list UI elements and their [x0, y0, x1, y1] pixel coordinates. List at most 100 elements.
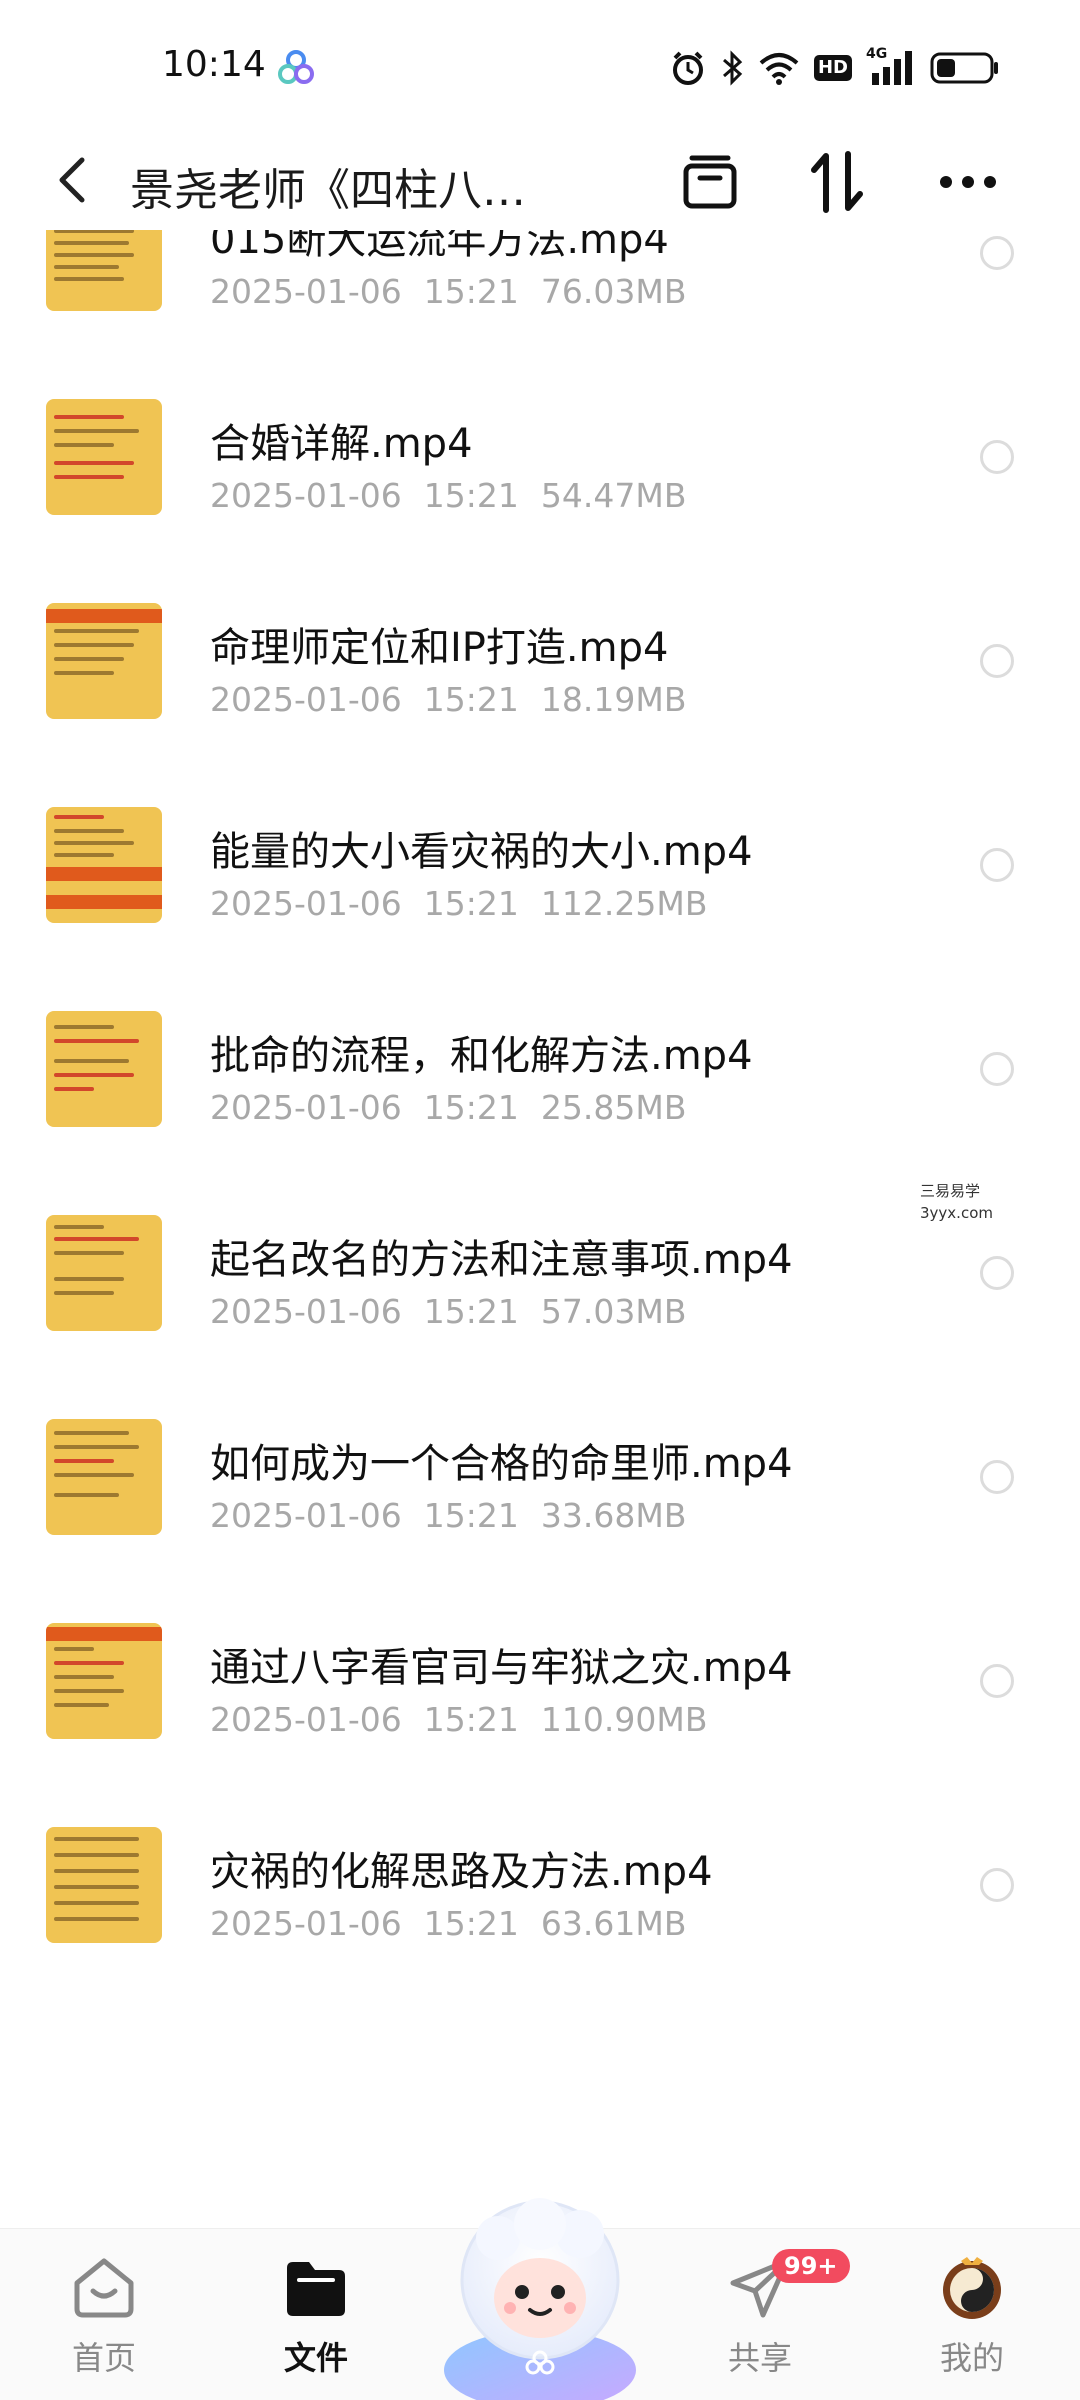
file-name: 合婚详解.mp4: [210, 421, 473, 467]
select-checkbox[interactable]: [980, 1868, 1014, 1902]
notification-badge: 99+: [772, 2249, 850, 2283]
video-thumbnail: [46, 230, 162, 311]
file-row[interactable]: 如何成为一个合格的命里师.mp4 2025-01-06 15:21 33.68MB: [0, 1368, 1080, 1572]
file-meta: 2025-01-06 15:21 33.68MB: [210, 1496, 708, 1535]
select-checkbox[interactable]: [980, 1664, 1014, 1698]
file-date: 2025-01-06: [210, 1292, 402, 1331]
more-button[interactable]: [936, 150, 1000, 214]
file-name: 命理师定位和IP打造.mp4: [210, 625, 669, 671]
file-name: 通过八字看官司与牢狱之灾.mp4: [210, 1645, 793, 1691]
select-checkbox[interactable]: [980, 644, 1014, 678]
watermark-line1: 三易易学: [920, 1182, 981, 1200]
mascot-icon: [444, 2198, 636, 2400]
file-size: 54.47MB: [540, 476, 687, 515]
file-date: 2025-01-06: [210, 680, 402, 719]
card-view-icon: [683, 155, 737, 209]
file-size: 33.68MB: [540, 1496, 687, 1535]
file-name: 能量的大小看灾祸的大小.mp4: [210, 829, 753, 875]
file-size: 18.19MB: [540, 680, 687, 719]
video-thumbnail: [46, 399, 162, 515]
file-row[interactable]: 起名改名的方法和注意事项.mp4 2025-01-06 15:21 57.03MB: [0, 1164, 1080, 1368]
sort-button[interactable]: [806, 150, 870, 214]
file-meta: 2025-01-06 15:21 76.03MB: [210, 272, 708, 311]
video-thumbnail: [46, 1419, 162, 1535]
bluetooth-icon: [720, 50, 744, 86]
alarm-icon: [670, 50, 706, 86]
card-view-button[interactable]: [678, 150, 742, 214]
file-row[interactable]: 合婚详解.mp4 2025-01-06 15:21 54.47MB: [0, 348, 1080, 552]
back-button[interactable]: [44, 152, 100, 208]
file-time: 15:21: [423, 1904, 519, 1943]
nav-item-files[interactable]: 文件: [256, 2255, 376, 2395]
home-icon: [69, 2255, 139, 2321]
select-checkbox[interactable]: [980, 236, 1014, 270]
select-checkbox[interactable]: [980, 1256, 1014, 1290]
file-row[interactable]: 命理师定位和IP打造.mp4 2025-01-06 15:21 18.19MB: [0, 552, 1080, 756]
file-meta: 2025-01-06 15:21 63.61MB: [210, 1904, 708, 1943]
folder-icon: [281, 2255, 351, 2321]
video-thumbnail: [46, 603, 162, 719]
file-row[interactable]: 通过八字看官司与牢狱之灾.mp4 2025-01-06 15:21 110.90MB: [0, 1572, 1080, 1776]
file-meta: 2025-01-06 15:21 57.03MB: [210, 1292, 708, 1331]
file-size: 63.61MB: [540, 1904, 687, 1943]
watermark-line2: 3yyx.com: [920, 1204, 993, 1222]
file-time: 15:21: [423, 476, 519, 515]
file-time: 15:21: [423, 1088, 519, 1127]
nav-label-share: 共享: [727, 2339, 792, 2377]
back-icon: [59, 157, 85, 203]
file-name: 灾祸的化解思路及方法.mp4: [210, 1849, 713, 1895]
nav-label-files: 文件: [283, 2339, 348, 2377]
file-date: 2025-01-06: [210, 476, 402, 515]
video-thumbnail: [46, 1827, 162, 1943]
nav-item-home[interactable]: 首页: [44, 2255, 164, 2395]
file-row[interactable]: 015断大运流年方法.mp4 2025-01-06 15:21 76.03MB: [0, 230, 1080, 348]
nav-item-me[interactable]: 我的: [912, 2255, 1032, 2395]
nav-item-share[interactable]: 共享 99+: [700, 2249, 850, 2395]
file-row[interactable]: 灾祸的化解思路及方法.mp4 2025-01-06 15:21 63.61MB: [0, 1776, 1080, 1980]
video-thumbnail: [46, 807, 162, 923]
file-date: 2025-01-06: [210, 1904, 402, 1943]
file-time: 15:21: [423, 680, 519, 719]
select-checkbox[interactable]: [980, 1460, 1014, 1494]
file-time: 15:21: [423, 884, 519, 923]
file-size: 110.90MB: [540, 1700, 708, 1739]
file-time: 15:21: [423, 272, 519, 311]
top-app-bar: 景尧老师《四柱八…: [0, 130, 1080, 230]
file-time: 15:21: [423, 1496, 519, 1535]
folder-title: 景尧老师《四柱八…: [130, 165, 526, 216]
file-size: 25.85MB: [540, 1088, 687, 1127]
file-list[interactable]: 014断灾祸方法一成片.mp42025-01-0615:2142.05MB015…: [0, 230, 1080, 2228]
select-checkbox[interactable]: [980, 1052, 1014, 1086]
video-thumbnail: [46, 1011, 162, 1127]
file-meta: 2025-01-06 15:21 112.25MB: [210, 884, 729, 923]
select-checkbox[interactable]: [980, 440, 1014, 474]
signal-4g-icon: 4G: [866, 47, 916, 87]
file-date: 2025-01-06: [210, 272, 402, 311]
status-time: 10:14: [162, 44, 266, 85]
file-meta: 2025-01-06 15:21 110.90MB: [210, 1700, 729, 1739]
file-time: 15:21: [423, 1292, 519, 1331]
watermark: 三易易学 3yyx.com: [920, 1180, 993, 1224]
file-date: 2025-01-06: [210, 1700, 402, 1739]
file-row[interactable]: 能量的大小看灾祸的大小.mp4 2025-01-06 15:21 112.25MB: [0, 756, 1080, 960]
file-size: 76.03MB: [540, 272, 687, 311]
file-size: 112.25MB: [540, 884, 708, 923]
avatar-icon: [937, 2255, 1007, 2321]
file-row[interactable]: 批命的流程，和化解方法.mp4 2025-01-06 15:21 25.85MB: [0, 960, 1080, 1164]
file-date: 2025-01-06: [210, 884, 402, 923]
app-cloud-icon: [276, 48, 316, 88]
hd-icon: HD: [813, 55, 852, 81]
status-indicators: HD 4G: [670, 47, 1000, 88]
wifi-icon: [758, 51, 800, 85]
nav-label-me: 我的: [939, 2339, 1004, 2377]
status-bar: 10:14 HD 4G: [0, 0, 1080, 130]
select-checkbox[interactable]: [980, 848, 1014, 882]
video-thumbnail: [46, 1623, 162, 1739]
assistant-mascot-button[interactable]: [430, 2180, 650, 2400]
file-name: 015断大运流年方法.mp4: [210, 230, 669, 263]
file-name: 批命的流程，和化解方法.mp4: [210, 1033, 753, 1079]
battery-icon: [930, 51, 1000, 85]
video-thumbnail: [46, 1215, 162, 1331]
sort-icon: [811, 151, 863, 213]
file-date: 2025-01-06: [210, 1496, 402, 1535]
